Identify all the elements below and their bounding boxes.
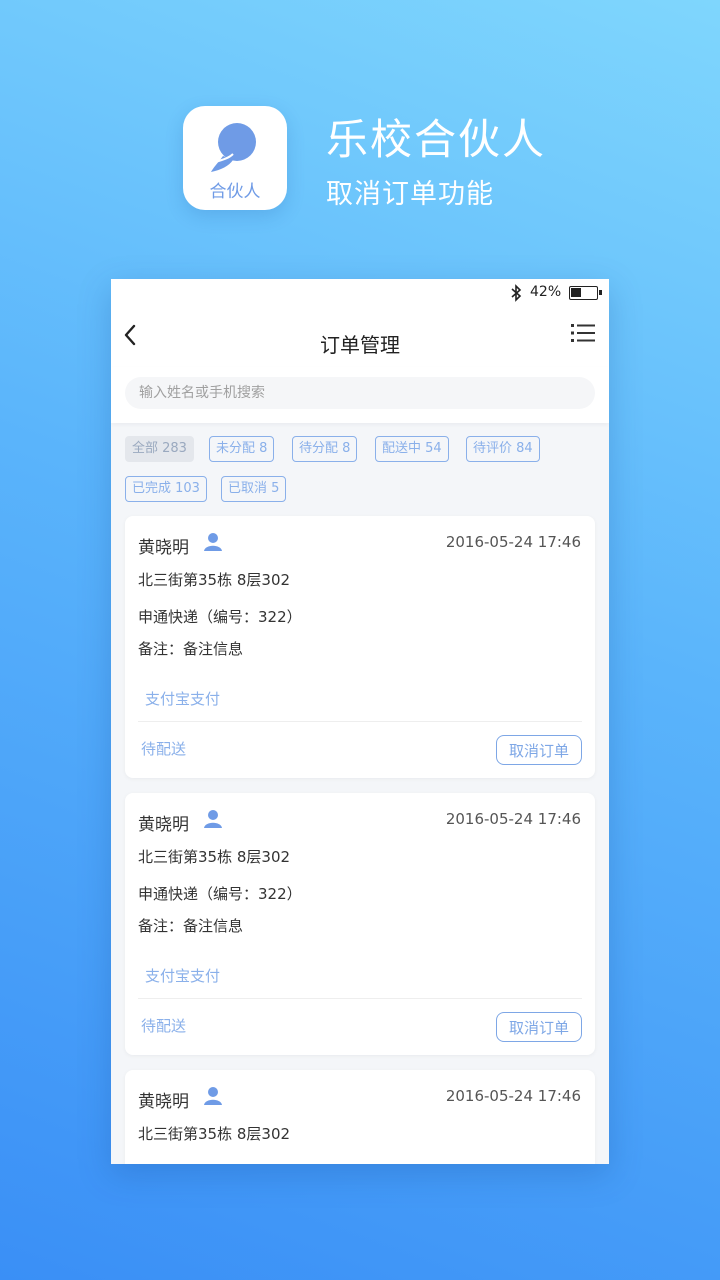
divider — [138, 721, 582, 722]
order-status: 待配送 — [141, 1017, 187, 1035]
order-card[interactable]: 黄晓明 2016-05-24 17:46 北三街第35栋 8层302 — [125, 1070, 595, 1164]
order-time: 2016-05-24 17:46 — [445, 810, 581, 828]
promo-title: 乐校合伙人 — [326, 115, 547, 164]
page-title: 订单管理 — [320, 333, 400, 357]
order-note: 备注：备注信息 — [138, 917, 244, 935]
chat-bubble-icon — [211, 123, 256, 172]
order-note: 备注：备注信息 — [138, 640, 244, 658]
order-time: 2016-05-24 17:46 — [445, 533, 581, 551]
filter-all[interactable]: 全部 283 — [125, 436, 194, 462]
filter-cancelled[interactable]: 已取消 5 — [221, 476, 287, 502]
filter-pending-review[interactable]: 待评价 84 — [466, 436, 540, 462]
promo-subtitle: 取消订单功能 — [326, 179, 494, 210]
filter-completed[interactable]: 已完成 103 — [125, 476, 207, 502]
order-address: 北三街第35栋 8层302 — [138, 848, 291, 866]
order-courier: 申通快递（编号：322） — [138, 608, 302, 626]
person-icon — [204, 1087, 222, 1105]
customer-name: 黄晓明 — [138, 815, 189, 835]
payment-method: 支付宝支付 — [145, 967, 221, 985]
app-icon-label: 合伙人 — [209, 182, 261, 202]
customer-name: 黄晓明 — [138, 1092, 189, 1112]
phone-screen: 42% 订单管理 全部 283 未分配 8 待分配 8 配送中 54 待评价 8… — [111, 279, 609, 1164]
status-bar: 42% — [111, 279, 609, 307]
list-menu-icon[interactable] — [571, 323, 595, 343]
nav-bar: 订单管理 — [111, 307, 609, 367]
search-bar — [111, 367, 609, 423]
order-status: 待配送 — [141, 740, 187, 758]
order-courier: 申通快递（编号：322） — [138, 885, 302, 903]
customer-name: 黄晓明 — [138, 538, 189, 558]
search-input[interactable] — [125, 377, 595, 409]
order-card[interactable]: 黄晓明 2016-05-24 17:46 北三街第35栋 8层302 申通快递（… — [125, 516, 595, 778]
battery-fill — [571, 288, 581, 297]
cancel-order-button[interactable]: 取消订单 — [496, 735, 582, 765]
order-time: 2016-05-24 17:46 — [445, 1087, 581, 1105]
app-icon: 合伙人 — [183, 106, 287, 210]
order-address: 北三街第35栋 8层302 — [138, 1125, 291, 1143]
divider — [138, 998, 582, 999]
cancel-order-button[interactable]: 取消订单 — [496, 1012, 582, 1042]
payment-method: 支付宝支付 — [145, 690, 221, 708]
person-icon — [204, 810, 222, 828]
order-address: 北三街第35栋 8层302 — [138, 571, 291, 589]
battery-percent: 42% — [530, 284, 562, 300]
filter-delivering[interactable]: 配送中 54 — [375, 436, 449, 462]
filter-unassigned[interactable]: 未分配 8 — [209, 436, 275, 462]
filter-pending-assign[interactable]: 待分配 8 — [292, 436, 358, 462]
battery-icon — [569, 286, 602, 300]
person-icon — [204, 533, 222, 551]
order-card[interactable]: 黄晓明 2016-05-24 17:46 北三街第35栋 8层302 申通快递（… — [125, 793, 595, 1055]
bluetooth-icon — [511, 284, 522, 302]
